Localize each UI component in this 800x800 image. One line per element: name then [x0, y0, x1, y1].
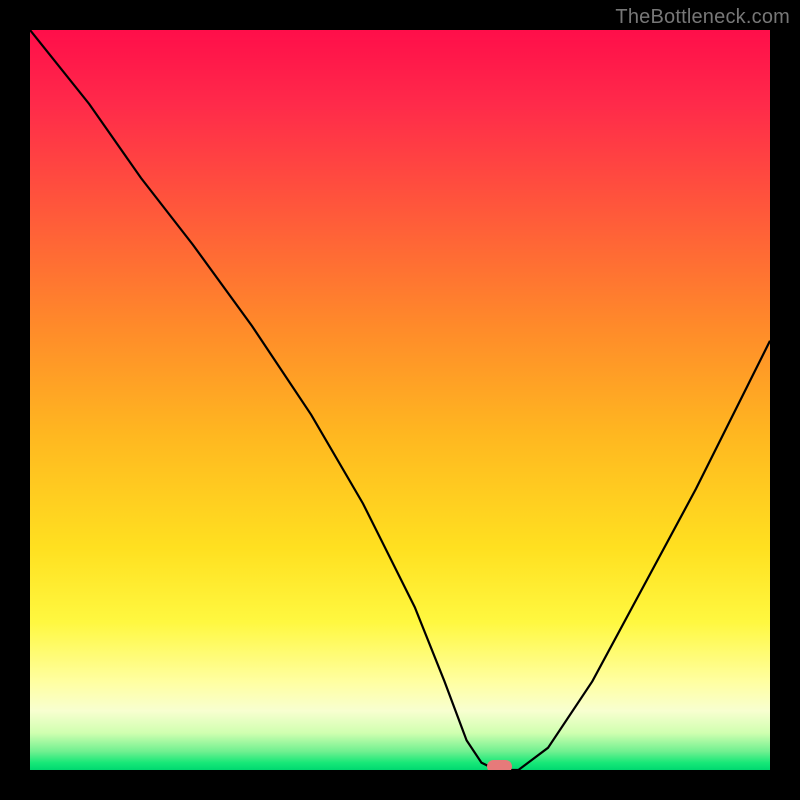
highlighted-marker	[487, 760, 512, 770]
plot-area	[30, 30, 770, 770]
curve-svg	[30, 30, 770, 770]
curve-line	[30, 30, 770, 770]
attribution-text: TheBottleneck.com	[615, 6, 790, 29]
chart-frame: TheBottleneck.com	[0, 0, 800, 800]
